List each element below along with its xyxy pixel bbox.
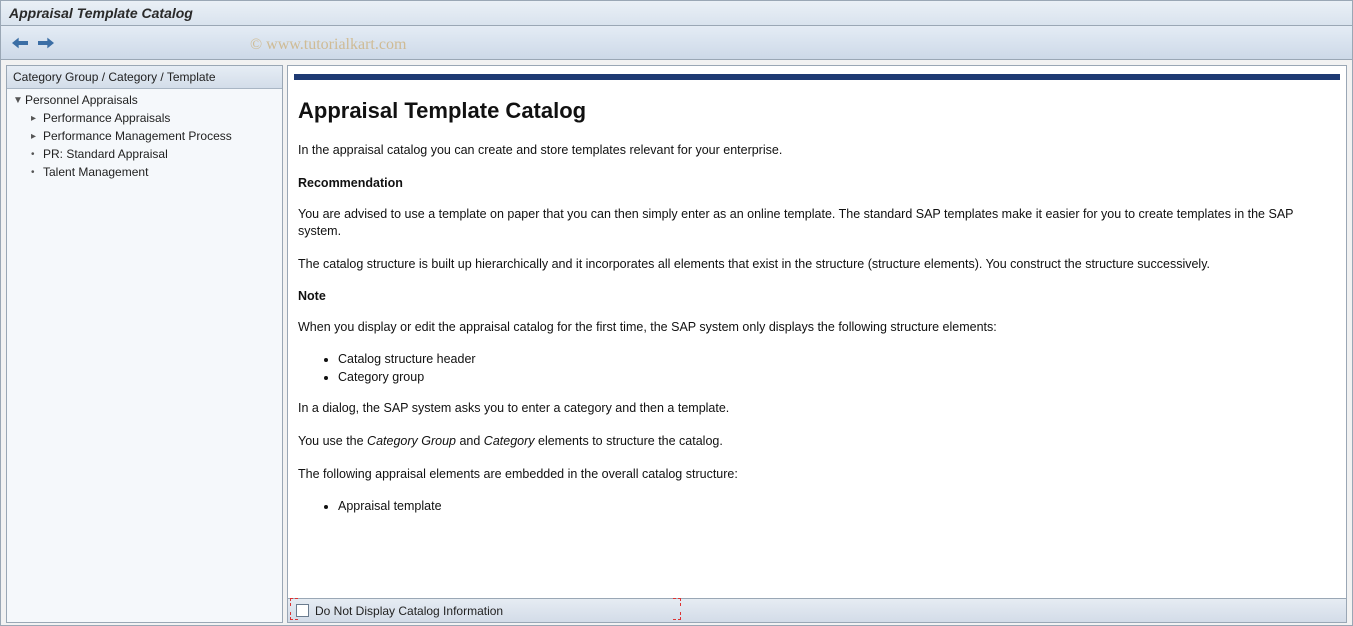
doc-paragraph: In the appraisal catalog you can create …: [298, 142, 1334, 159]
doc-list: Appraisal template: [338, 499, 1334, 513]
do-not-display-label: Do Not Display Catalog Information: [315, 604, 503, 618]
bullet-icon: •: [31, 167, 39, 178]
content-panel: Appraisal Template Catalog In the apprai…: [287, 65, 1347, 623]
app-window: Appraisal Template Catalog © www.tutoria…: [0, 0, 1353, 626]
tree-item-label: Performance Management Process: [43, 129, 232, 143]
focus-corner-icon: [673, 612, 681, 620]
doc-list-item: Category group: [338, 370, 1334, 384]
tree-root-label: Personnel Appraisals: [25, 93, 138, 107]
tree-children: ▸ Performance Appraisals ▸ Performance M…: [9, 109, 280, 181]
doc-paragraph: In a dialog, the SAP system asks you to …: [298, 400, 1334, 417]
bottom-bar: Do Not Display Catalog Information: [288, 598, 1346, 622]
doc-paragraph: You use the Category Group and Category …: [298, 433, 1334, 450]
tree-item-performance-management-process[interactable]: ▸ Performance Management Process: [9, 127, 280, 145]
content-scroll: Appraisal Template Catalog In the apprai…: [288, 66, 1346, 598]
doc-list-item: Catalog structure header: [338, 352, 1334, 366]
doc-paragraph: When you display or edit the appraisal c…: [298, 319, 1334, 336]
doc-paragraph: The catalog structure is built up hierar…: [298, 256, 1334, 273]
caret-right-icon: ▸: [31, 113, 39, 124]
tree-item-talent-management[interactable]: • Talent Management: [9, 163, 280, 181]
bullet-icon: •: [31, 149, 39, 160]
caret-right-icon: ▸: [31, 131, 39, 142]
document-body: Appraisal Template Catalog In the apprai…: [294, 74, 1340, 549]
doc-subheading-recommendation: Recommendation: [298, 175, 1334, 192]
doc-subheading-note: Note: [298, 288, 1334, 305]
doc-list: Catalog structure header Category group: [338, 352, 1334, 384]
main-area: Category Group / Category / Template ▼ P…: [1, 60, 1352, 625]
window-title: Appraisal Template Catalog: [9, 5, 193, 21]
toolbar: [1, 26, 1352, 60]
doc-list-item: Appraisal template: [338, 499, 1334, 513]
focus-corner-icon: [673, 598, 681, 606]
titlebar: Appraisal Template Catalog: [1, 1, 1352, 26]
nav-forward-button[interactable]: [37, 34, 55, 52]
doc-paragraph: The following appraisal elements are emb…: [298, 466, 1334, 483]
sidebar: Category Group / Category / Template ▼ P…: [6, 65, 283, 623]
do-not-display-checkbox[interactable]: [296, 604, 309, 617]
sidebar-header: Category Group / Category / Template: [7, 66, 282, 89]
doc-heading: Appraisal Template Catalog: [298, 98, 1334, 124]
document-viewer[interactable]: Appraisal Template Catalog In the apprai…: [288, 66, 1346, 598]
tree: ▼ Personnel Appraisals ▸ Performance App…: [7, 89, 282, 622]
nav-back-button[interactable]: [11, 34, 29, 52]
tree-item-performance-appraisals[interactable]: ▸ Performance Appraisals: [9, 109, 280, 127]
tree-item-label: Performance Appraisals: [43, 111, 170, 125]
caret-down-icon: ▼: [13, 95, 21, 106]
tree-item-pr-standard-appraisal[interactable]: • PR: Standard Appraisal: [9, 145, 280, 163]
tree-root-personnel-appraisals[interactable]: ▼ Personnel Appraisals: [9, 91, 280, 109]
tree-item-label: PR: Standard Appraisal: [43, 147, 168, 161]
tree-item-label: Talent Management: [43, 165, 148, 179]
arrow-right-icon: [38, 37, 54, 49]
arrow-left-icon: [12, 37, 28, 49]
doc-paragraph: You are advised to use a template on pap…: [298, 206, 1334, 240]
